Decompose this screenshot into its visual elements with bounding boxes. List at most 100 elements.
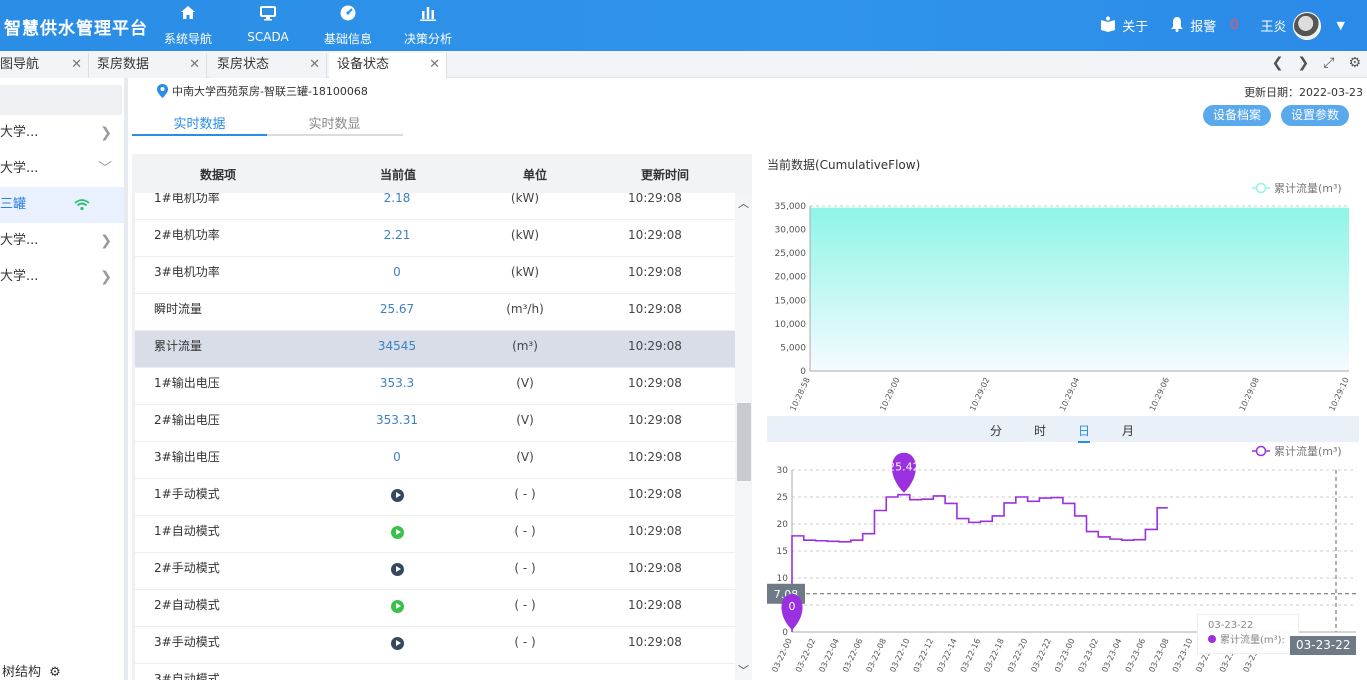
- location-text: 中南大学西苑泵房-智联三罐-18100068: [172, 85, 368, 98]
- device-file-button[interactable]: 设备档案: [1203, 105, 1272, 126]
- tree-search-input[interactable]: [0, 85, 122, 115]
- chevron-left-icon[interactable]: ❮: [1272, 55, 1284, 71]
- cell-item: 1#输出电压: [154, 376, 220, 390]
- table-row[interactable]: 1#输出电压 353.3 (V) 10:29:08: [135, 368, 735, 405]
- scrollbar-thumb[interactable]: [737, 403, 751, 481]
- sidebar-item-2[interactable]: 大学... ﹀: [0, 151, 124, 187]
- gear-icon[interactable]: ⚙: [1348, 55, 1361, 71]
- cell-value: [357, 561, 437, 577]
- user-menu[interactable]: 王炎 ▼: [1261, 11, 1345, 40]
- table-row[interactable]: 2#电机功率 2.21 (kW) 10:29:08: [135, 220, 735, 257]
- gear-icon: ⚙: [49, 665, 61, 680]
- close-icon[interactable]: ✕: [309, 53, 320, 77]
- table-row[interactable]: 3#手动模式 ( - ) 10:29:08: [135, 627, 735, 664]
- bell-icon: [1170, 16, 1184, 36]
- tab-bar: 图导航 ✕ 泵房数据 ✕ 泵房状态 ✕ 设备状态 ✕ ❮ ❯ ⤢ ⚙: [0, 51, 1367, 78]
- x-tick-label: 10:29:08: [1238, 376, 1261, 412]
- cell-value: [357, 635, 437, 651]
- cumulative-flow-series-line: [791, 493, 1168, 632]
- alarm-button[interactable]: 报警 0: [1170, 16, 1239, 36]
- nav-decision-analysis[interactable]: 决策分析: [388, 0, 468, 51]
- x-tick-label: 10:29:10: [1327, 376, 1350, 412]
- cell-item: 瞬时流量: [154, 302, 203, 316]
- tab-realtime-data[interactable]: 实时数据: [132, 113, 267, 132]
- chart-tooltip: 03-23-22 累计流量(m³):: [1197, 614, 1299, 654]
- location-pin-icon: [157, 84, 168, 98]
- table-row[interactable]: 瞬时流量 25.67 (m³/h) 10:29:08: [135, 294, 735, 331]
- nav-label: 决策分析: [403, 32, 452, 46]
- x-tick-label: 03-23-02: [1077, 637, 1101, 674]
- table-row[interactable]: 3#电机功率 0 (kW) 10:29:08: [135, 257, 735, 294]
- close-icon[interactable]: ✕: [429, 53, 440, 77]
- y-tick-label: 10: [777, 574, 789, 584]
- cell-time: 10:29:08: [628, 450, 682, 464]
- table-row[interactable]: 1#自动模式 ( - ) 10:29:08: [135, 516, 735, 553]
- tree-structure-footer[interactable]: 树结构 ⚙: [2, 661, 61, 680]
- chevron-right-icon: ❯: [100, 125, 112, 141]
- table-row[interactable]: 1#手动模式 ( - ) 10:29:08: [135, 479, 735, 516]
- cell-unit: ( - ): [514, 561, 536, 575]
- period-hour[interactable]: 时: [1034, 422, 1046, 439]
- header-unit: 单位: [523, 168, 548, 182]
- cell-value: 0: [393, 450, 401, 464]
- tooltip-series: 累计流量(m³):: [1208, 631, 1288, 646]
- x-tick-label: 03-22-10: [888, 637, 912, 674]
- x-tick-label: 10:28:58: [788, 376, 811, 412]
- fullscreen-icon[interactable]: ⤢: [1323, 55, 1334, 71]
- cell-item: 3#输出电压: [154, 450, 220, 464]
- scroll-down-icon[interactable]: ﹀: [738, 662, 749, 678]
- active-tab-indicator: [132, 134, 267, 136]
- table-row[interactable]: 2#自动模式 ( - ) 10:29:08: [135, 590, 735, 627]
- table-row[interactable]: 2#输出电压 353.31 (V) 10:29:08: [135, 405, 735, 442]
- table-row[interactable]: 3#输出电压 0 (V) 10:29:08: [135, 442, 735, 479]
- tab-pump-room-data[interactable]: 泵房数据 ✕: [89, 53, 207, 78]
- header-time: 更新时间: [641, 168, 690, 182]
- cell-unit: ( - ): [514, 487, 536, 501]
- set-params-button[interactable]: 设置参数: [1281, 105, 1350, 126]
- cell-unit: (kW): [510, 265, 540, 279]
- nav-system-navigation[interactable]: 系统导航: [148, 0, 228, 51]
- nav-label: 基础信息: [323, 32, 372, 46]
- period-month[interactable]: 月: [1122, 422, 1134, 439]
- table-row[interactable]: 2#手动模式 ( - ) 10:29:08: [135, 553, 735, 590]
- tab-device-status[interactable]: 设备状态 ✕: [329, 53, 447, 78]
- table-row[interactable]: 累计流量 34545 (m³) 10:29:08: [135, 331, 735, 368]
- cell-value: 25.67: [379, 302, 415, 316]
- tab-pump-room-status[interactable]: 泵房状态 ✕: [209, 53, 327, 78]
- legend-marker: [1255, 182, 1267, 194]
- cell-unit: (kW): [510, 193, 540, 205]
- nav-scada[interactable]: SCADA: [228, 0, 308, 51]
- period-minute[interactable]: 分: [990, 422, 1002, 439]
- sidebar-item-5[interactable]: 大学... ❯: [0, 259, 124, 295]
- sidebar-item-4[interactable]: 大学... ❯: [0, 223, 124, 259]
- period-day[interactable]: 日: [1078, 422, 1091, 443]
- wifi-icon: [74, 187, 90, 223]
- chevron-right-icon[interactable]: ❯: [1298, 55, 1310, 71]
- close-icon[interactable]: ✕: [189, 53, 200, 77]
- caret-down-icon: ▼: [1336, 19, 1345, 32]
- cell-value: 353.3: [379, 376, 415, 390]
- tab-map-navigation[interactable]: 图导航 ✕: [0, 53, 89, 78]
- play-green-icon: [390, 600, 404, 613]
- x-tick-label: 03-22-00: [770, 637, 794, 674]
- home-icon: [148, 4, 228, 26]
- cell-value: [357, 524, 437, 540]
- tab-realtime-display[interactable]: 实时数显: [267, 113, 402, 132]
- scroll-up-icon[interactable]: ︿: [738, 195, 749, 211]
- table-row[interactable]: 3#自动模式: [135, 664, 735, 680]
- cell-unit: (m³/h): [506, 302, 544, 316]
- data-table: 数据项 当前值 单位 更新时间 1#电机功率 2.18 (kW) 10:29:08 2#…: [132, 154, 752, 680]
- sidebar-item-label: 大学...: [0, 161, 39, 176]
- y-tick-label: 0: [800, 367, 806, 377]
- sidebar-item-1[interactable]: 大学... ❯: [0, 115, 124, 151]
- sidebar-item-selected[interactable]: 三罐: [0, 187, 124, 223]
- close-icon[interactable]: ✕: [71, 53, 82, 77]
- cell-unit: (m³): [512, 339, 538, 353]
- table-row[interactable]: 1#电机功率 2.18 (kW) 10:29:08: [135, 193, 735, 220]
- about-button[interactable]: 关于: [1100, 16, 1148, 36]
- y-tick-label: 20,000: [775, 273, 807, 283]
- table-scrollbar[interactable]: ︿ ﹀: [735, 193, 752, 680]
- cell-item: 2#手动模式: [154, 561, 220, 575]
- nav-basic-info[interactable]: 基础信息: [308, 0, 388, 51]
- cell-time: 10:29:08: [628, 561, 682, 575]
